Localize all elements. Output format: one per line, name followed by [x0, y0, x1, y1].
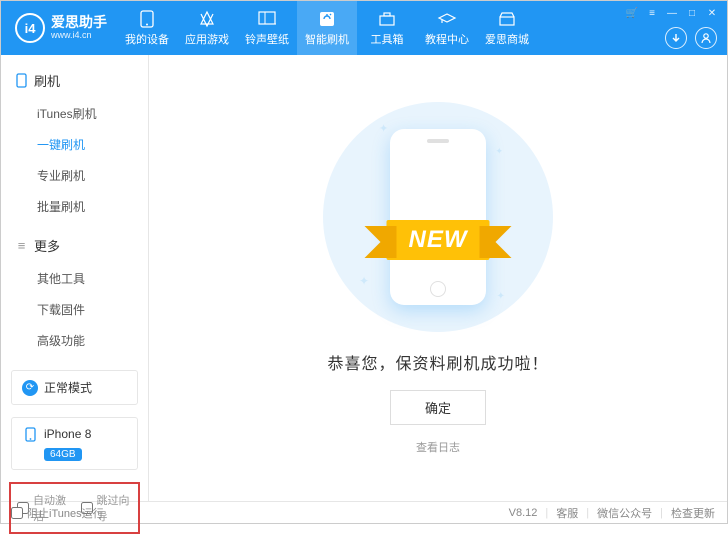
maximize-button[interactable]: □ — [685, 7, 699, 19]
nav-label: 爱思商城 — [485, 31, 529, 47]
sidebar-section-flash[interactable]: 刷机 — [1, 65, 148, 96]
device-mode-box[interactable]: ⟳ 正常模式 — [11, 370, 138, 405]
tab-ringtones[interactable]: 铃声壁纸 — [237, 1, 297, 55]
store-icon — [498, 10, 516, 28]
more-icon: ≡ — [15, 239, 28, 252]
menu-icon[interactable]: ≡ — [645, 7, 659, 19]
sidebar-item-onekey-flash[interactable]: 一键刷机 — [1, 129, 148, 160]
user-button[interactable] — [695, 27, 717, 49]
block-itunes-checkbox[interactable]: 阻止iTunes运行 — [11, 505, 104, 521]
sparkle-icon: ✦ — [495, 146, 503, 157]
nav-label: 教程中心 — [425, 31, 469, 47]
ok-button[interactable]: 确定 — [390, 390, 486, 425]
close-button[interactable]: ✕ — [705, 7, 719, 19]
toolbox-icon — [378, 10, 396, 28]
view-log-link[interactable]: 查看日志 — [416, 439, 460, 455]
nav-label: 我的设备 — [125, 31, 169, 47]
window-controls: 🛒 ≡ — □ ✕ — [625, 7, 719, 19]
success-illustration: ✦ ✦ ✦ ✦ NEW — [323, 102, 553, 332]
nav-tabs: 我的设备 应用游戏 铃声壁纸 智能刷机 工具箱 教程中心 爱思商城 — [117, 1, 537, 55]
sidebar-section-title: 更多 — [34, 236, 60, 255]
refresh-icon: ⟳ — [22, 380, 38, 396]
tutorial-icon — [437, 10, 457, 28]
flash-icon — [318, 10, 336, 28]
app-name: 爱思助手 — [51, 15, 107, 30]
phone-illustration — [390, 129, 486, 305]
tab-flash[interactable]: 智能刷机 — [297, 1, 357, 55]
wechat-link[interactable]: 微信公众号 — [597, 505, 652, 521]
checkbox-label: 阻止iTunes运行 — [27, 505, 104, 521]
phone-icon — [22, 426, 38, 442]
tab-apps[interactable]: 应用游戏 — [177, 1, 237, 55]
mode-label: 正常模式 — [44, 379, 92, 396]
sidebar-item-advanced[interactable]: 高级功能 — [1, 325, 148, 356]
cart-icon[interactable]: 🛒 — [625, 7, 639, 19]
storage-badge: 64GB — [44, 448, 82, 461]
sparkle-icon: ✦ — [359, 274, 369, 288]
success-message: 恭喜您，保资料刷机成功啦！ — [327, 350, 548, 374]
sidebar-item-batch-flash[interactable]: 批量刷机 — [1, 191, 148, 222]
version-label: V8.12 — [509, 507, 538, 519]
tab-my-device[interactable]: 我的设备 — [117, 1, 177, 55]
top-nav: i4 爱思助手 www.i4.cn 我的设备 应用游戏 铃声壁纸 智能刷机 工具… — [1, 1, 727, 55]
minimize-button[interactable]: — — [665, 7, 679, 19]
device-info-box[interactable]: iPhone 8 64GB — [11, 417, 138, 470]
phone-outline-icon — [15, 74, 28, 87]
wallpaper-icon — [258, 10, 276, 28]
sidebar-item-itunes-flash[interactable]: iTunes刷机 — [1, 98, 148, 129]
logo-icon: i4 — [15, 13, 45, 43]
apps-icon — [198, 10, 216, 28]
sidebar-item-pro-flash[interactable]: 专业刷机 — [1, 160, 148, 191]
tab-tutorials[interactable]: 教程中心 — [417, 1, 477, 55]
sparkle-icon: ✦ — [497, 291, 505, 302]
sidebar-item-download-firmware[interactable]: 下载固件 — [1, 294, 148, 325]
sidebar-section-title: 刷机 — [34, 71, 60, 90]
sidebar: 刷机 iTunes刷机 一键刷机 专业刷机 批量刷机 ≡ 更多 其他工具 下载固… — [1, 55, 149, 501]
sparkle-icon: ✦ — [379, 122, 388, 135]
sidebar-section-more[interactable]: ≡ 更多 — [1, 230, 148, 261]
nav-label: 工具箱 — [371, 31, 404, 47]
tab-tools[interactable]: 工具箱 — [357, 1, 417, 55]
device-name-label: iPhone 8 — [44, 427, 91, 441]
nav-label: 应用游戏 — [185, 31, 229, 47]
tab-store[interactable]: 爱思商城 — [477, 1, 537, 55]
app-logo[interactable]: i4 爱思助手 www.i4.cn — [1, 13, 117, 43]
sidebar-item-other-tools[interactable]: 其他工具 — [1, 263, 148, 294]
content-area: ✦ ✦ ✦ ✦ NEW 恭喜您，保资料刷机成功啦！ 确定 查看日志 — [149, 55, 727, 501]
device-icon — [140, 10, 154, 28]
support-link[interactable]: 客服 — [556, 505, 578, 521]
nav-label: 铃声壁纸 — [245, 31, 289, 47]
check-update-link[interactable]: 检查更新 — [671, 505, 715, 521]
nav-label: 智能刷机 — [305, 31, 349, 47]
download-button[interactable] — [665, 27, 687, 49]
app-url: www.i4.cn — [51, 31, 107, 41]
new-ribbon: NEW — [387, 220, 490, 260]
